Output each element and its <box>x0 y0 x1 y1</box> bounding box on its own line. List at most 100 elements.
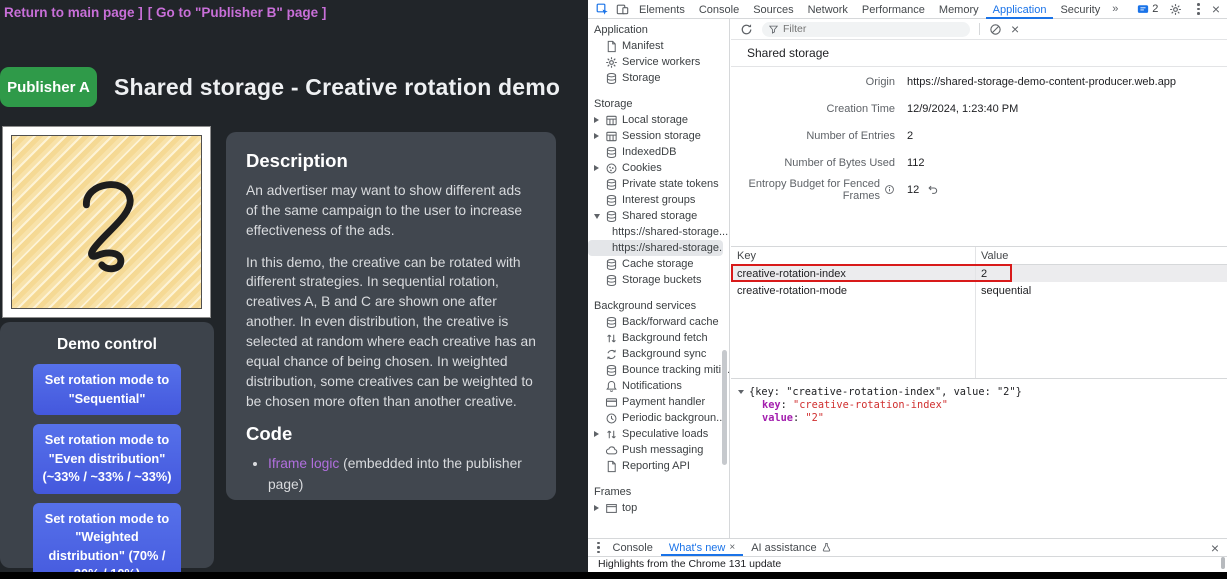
preview-summary: {key: "creative-rotation-index", value: … <box>749 386 1022 398</box>
device-toolbar-icon[interactable] <box>612 1 632 17</box>
metadata-value: 112 <box>907 157 925 169</box>
return-to-main-link[interactable]: Return to main page ] <box>4 5 143 20</box>
expanded-arrow-icon[interactable] <box>594 214 600 219</box>
sidebar-item-storage-buckets[interactable]: Storage buckets <box>588 272 729 288</box>
bell-icon <box>605 380 618 393</box>
drawer-close-icon[interactable]: × <box>1211 541 1227 555</box>
database-icon <box>605 178 618 191</box>
column-header-key[interactable]: Key <box>731 250 975 262</box>
settings-gear-icon[interactable] <box>1165 1 1185 17</box>
more-tabs-chevron[interactable]: » <box>1107 3 1123 15</box>
sidebar-item-cache-storage[interactable]: Cache storage <box>588 256 729 272</box>
preview-summary-row[interactable]: {key: "creative-rotation-index", value: … <box>738 385 1227 398</box>
column-divider[interactable] <box>975 247 976 378</box>
whats-new-headline[interactable]: Highlights from the Chrome 131 update <box>598 558 781 570</box>
sidebar-item-periodic-backgroun[interactable]: Periodic backgroun... <box>588 410 729 426</box>
shared-storage-view-title: Shared storage <box>731 40 1227 67</box>
inspect-element-icon[interactable] <box>592 1 612 17</box>
tab-console[interactable]: Console <box>692 0 746 19</box>
drawer-menu-icon[interactable] <box>592 542 605 554</box>
publisher-b-link[interactable]: [ Go to "Publisher B" page ] <box>148 5 327 20</box>
tab-network[interactable]: Network <box>801 0 855 19</box>
sidebar-scrollbar[interactable] <box>722 350 727 465</box>
creative-image <box>11 135 202 309</box>
devtools-main-pane: × Shared storage Originhttps://shared-st… <box>731 19 1227 538</box>
sidebar-item-background-sync[interactable]: Background sync <box>588 346 729 362</box>
sidebar-item-service-workers[interactable]: Service workers <box>588 54 729 70</box>
metadata-label: Number of Entries <box>806 130 895 142</box>
collapsed-arrow-icon[interactable] <box>594 431 599 437</box>
table-row-creative-rotation-index[interactable]: creative-rotation-index2 <box>731 265 1227 282</box>
tab-sources[interactable]: Sources <box>746 0 800 19</box>
sidebar-item-interest-groups[interactable]: Interest groups <box>588 192 729 208</box>
drawer-tab-ai-assistance[interactable]: AI assistance <box>743 539 839 556</box>
kebab-menu-icon[interactable] <box>1192 3 1205 15</box>
sidebar-item-session-storage[interactable]: Session storage <box>588 128 729 144</box>
drawer-tabbar: Console What's new×AI assistance × <box>588 538 1227 557</box>
sequential-button[interactable]: Set rotation mode to "Sequential" <box>33 364 181 415</box>
drawer-tab-what-s-new[interactable]: What's new× <box>661 539 743 556</box>
even-distribution-button[interactable]: Set rotation mode to "Even distribution"… <box>33 424 181 494</box>
sidebar-item-private-state-tokens[interactable]: Private state tokens <box>588 176 729 192</box>
weighted-distribution-button[interactable]: Set rotation mode to "Weighted distribut… <box>33 503 181 579</box>
table-rows-container: KeyValue creative-rotation-index2creative… <box>731 247 1227 299</box>
sidebar-item-notifications[interactable]: Notifications <box>588 378 729 394</box>
property-value: "creative-rotation-index" <box>793 399 948 411</box>
filter-input[interactable] <box>783 23 963 35</box>
up-down-arrows-icon <box>605 332 618 345</box>
expanded-arrow-icon[interactable] <box>738 390 744 394</box>
sidebar-item-label: Service workers <box>622 56 700 68</box>
sidebar-item-speculative-loads[interactable]: Speculative loads <box>588 426 729 442</box>
file-icon <box>605 460 618 473</box>
collapsed-arrow-icon[interactable] <box>594 165 599 171</box>
sidebar-item-bounce-tracking-miti[interactable]: Bounce tracking miti... <box>588 362 729 378</box>
sidebar-item-label: Push messaging <box>622 444 703 456</box>
tab-performance[interactable]: Performance <box>855 0 932 19</box>
tab-memory[interactable]: Memory <box>932 0 986 19</box>
tab-security[interactable]: Security <box>1053 0 1107 19</box>
iframe-logic-link[interactable]: Iframe logic <box>268 456 339 471</box>
sidebar-item-local-storage[interactable]: Local storage <box>588 112 729 128</box>
tab-application[interactable]: Application <box>986 0 1054 19</box>
drawer-tab-console[interactable]: Console <box>605 539 661 556</box>
tab-elements[interactable]: Elements <box>632 0 692 19</box>
devtools-close-icon[interactable]: × <box>1212 2 1220 16</box>
drawer-scrollbar[interactable] <box>1221 557 1225 569</box>
sidebar-item-shared-storage[interactable]: Shared storage <box>588 208 729 224</box>
database-icon <box>605 72 618 85</box>
filter-box[interactable] <box>762 22 970 37</box>
issues-badge[interactable]: 2 <box>1137 3 1158 15</box>
close-tab-icon[interactable]: × <box>729 542 735 553</box>
sidebar-item-reporting-api[interactable]: Reporting API <box>588 458 729 474</box>
sidebar-item-label: Bounce tracking miti... <box>622 364 729 376</box>
sidebar-item-top[interactable]: top <box>588 500 729 516</box>
sidebar-item-label: Reporting API <box>622 460 690 472</box>
funnel-icon <box>769 25 778 34</box>
sidebar-item-manifest[interactable]: Manifest <box>588 38 729 54</box>
sidebar-item-cookies[interactable]: Cookies <box>588 160 729 176</box>
demo-control-title: Demo control <box>0 336 214 354</box>
sidebar-item-back-forward-cache[interactable]: Back/forward cache <box>588 314 729 330</box>
sidebar-item-indexeddb[interactable]: IndexedDB <box>588 144 729 160</box>
sidebar-item-label: Session storage <box>622 130 701 142</box>
sidebar-item-storage[interactable]: Storage <box>588 70 729 86</box>
sidebar-item-background-fetch[interactable]: Background fetch <box>588 330 729 346</box>
entry-preview-pane: {key: "creative-rotation-index", value: … <box>731 378 1227 538</box>
column-header-value[interactable]: Value <box>975 250 1227 262</box>
property-name: value <box>762 412 793 424</box>
reset-icon[interactable] <box>927 184 939 196</box>
close-view-icon[interactable]: × <box>1011 22 1019 36</box>
sidebar-item-https-shared-storage[interactable]: https://shared-storage... <box>588 224 729 240</box>
collapsed-arrow-icon[interactable] <box>594 133 599 139</box>
collapsed-arrow-icon[interactable] <box>594 505 599 511</box>
info-icon[interactable] <box>884 184 895 195</box>
drawer-tab-label: Console <box>613 542 653 554</box>
refresh-icon[interactable] <box>740 23 753 36</box>
sidebar-item-https-shared-storage[interactable]: https://shared-storage... <box>588 240 723 256</box>
clear-all-icon[interactable] <box>989 23 1002 36</box>
sidebar-item-push-messaging[interactable]: Push messaging <box>588 442 729 458</box>
sidebar-section-storage: Storage <box>588 95 729 112</box>
table-row-creative-rotation-mode[interactable]: creative-rotation-modesequential <box>731 282 1227 299</box>
sidebar-item-payment-handler[interactable]: Payment handler <box>588 394 729 410</box>
collapsed-arrow-icon[interactable] <box>594 117 599 123</box>
